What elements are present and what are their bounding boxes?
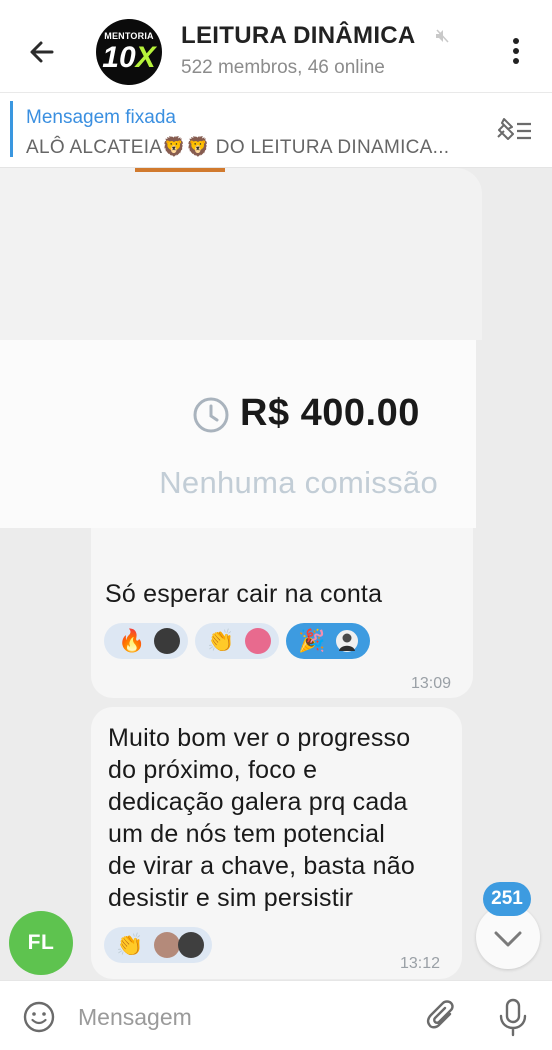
avatar xyxy=(334,628,360,654)
payment-amount: R$ 400.00 xyxy=(240,392,420,434)
commission-text: Nenhuma comissão xyxy=(159,465,438,500)
pin-list-icon xyxy=(497,118,531,140)
message-time: 13:09 xyxy=(411,675,452,692)
avatar xyxy=(154,628,180,654)
message-input[interactable] xyxy=(76,995,410,1039)
sender-avatar[interactable]: FL xyxy=(9,911,73,975)
back-button[interactable] xyxy=(24,34,60,70)
reaction-fire[interactable]: 🔥 xyxy=(104,623,188,659)
clock-icon xyxy=(193,397,229,433)
avatar-ten: 10 xyxy=(102,41,136,74)
message-time: 13:12 xyxy=(400,955,441,972)
pinned-text: ALÔ ALCATEIA🦁🦁 DO LEITURA DINAMICA... xyxy=(26,137,450,158)
unread-count-badge[interactable]: 251 xyxy=(483,882,531,916)
fire-icon: 🔥 xyxy=(118,628,146,653)
reaction-party[interactable]: 🎉 xyxy=(286,623,370,659)
more-menu-button[interactable] xyxy=(505,35,527,67)
microphone-icon xyxy=(499,998,527,1037)
chat-title[interactable]: LEITURA DINÂMICA xyxy=(181,22,416,50)
voice-record-button[interactable] xyxy=(496,997,530,1037)
pinned-indicator xyxy=(10,101,13,157)
more-vertical-icon xyxy=(513,38,519,64)
arrow-left-icon xyxy=(30,41,54,63)
user-photo-icon xyxy=(339,633,355,651)
avatar-top-text: MENTORIA xyxy=(104,31,154,41)
pinned-label: Mensagem fixada xyxy=(26,107,176,128)
clapping-hands-icon: 👏 xyxy=(116,932,144,957)
pinned-list-button[interactable] xyxy=(492,115,534,145)
avatar xyxy=(178,932,204,958)
message-text: Muito bom ver o progresso do próximo, fo… xyxy=(108,724,415,912)
message-input-bar xyxy=(0,980,552,1050)
paperclip-icon xyxy=(426,1000,454,1029)
chat-header: MENTORIA 10X LEITURA DINÂMICA 522 membro… xyxy=(0,0,552,92)
party-popper-icon: 🎉 xyxy=(298,628,326,653)
mute-icon xyxy=(436,29,449,43)
avatar-x: X xyxy=(135,41,156,74)
message-text: Só esperar cair na conta xyxy=(105,580,383,608)
member-count: 522 membros, 46 online xyxy=(181,57,385,78)
group-avatar[interactable]: MENTORIA 10X xyxy=(96,19,162,85)
clapping-hands-icon: 👏 xyxy=(207,628,235,653)
message-bubble[interactable] xyxy=(91,528,473,698)
smiley-icon xyxy=(23,1001,55,1033)
reaction-clap[interactable]: 👏 xyxy=(104,927,212,963)
avatar xyxy=(245,628,271,654)
avatar xyxy=(154,932,180,958)
emoji-button[interactable] xyxy=(22,1000,56,1034)
pinned-message-bar[interactable]: Mensagem fixada ALÔ ALCATEIA🦁🦁 DO LEITUR… xyxy=(0,92,552,168)
reaction-clap[interactable]: 👏 xyxy=(195,623,279,659)
media-image-edge xyxy=(135,168,225,172)
attach-button[interactable] xyxy=(424,999,460,1035)
media-message[interactable] xyxy=(0,168,482,340)
avatar-big-text: 10X xyxy=(96,41,162,75)
